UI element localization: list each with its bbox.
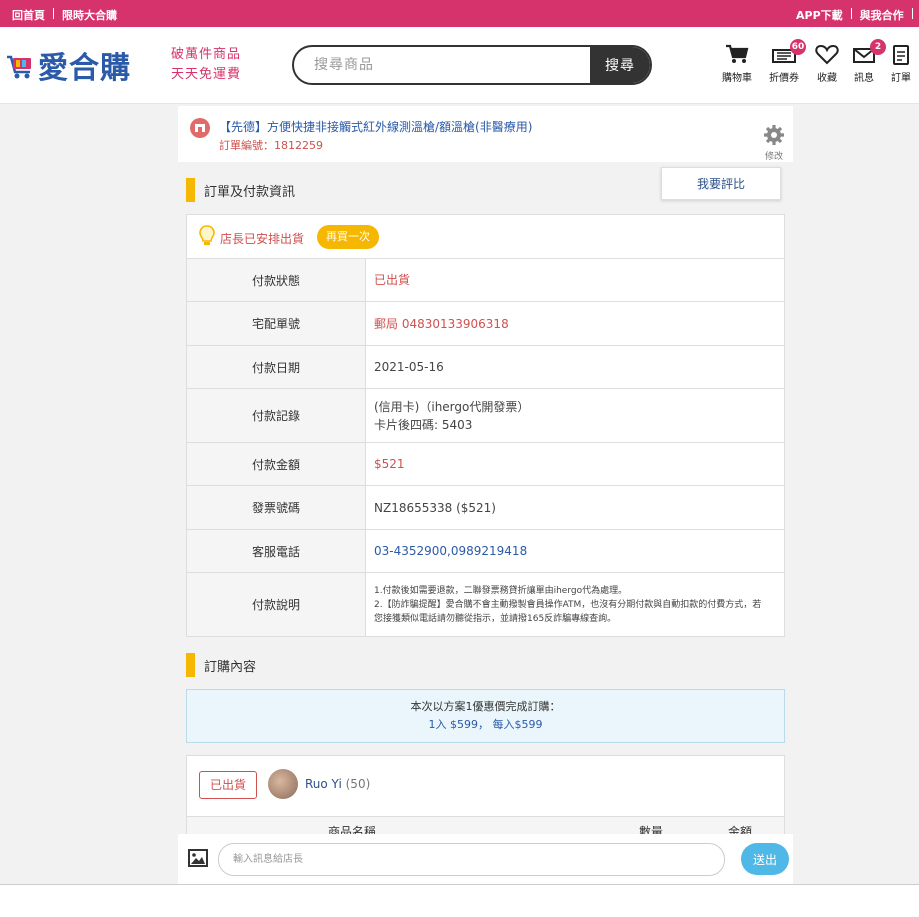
avatar[interactable] [268, 769, 298, 799]
table-row: 付款日期 2021-05-16 [187, 346, 784, 389]
table-row: 發票號碼 NZ18655338 ($521) [187, 486, 784, 530]
heart-icon [815, 44, 839, 65]
payment-note-2: 2.【防詐騙提醒】愛合購不會主動撥製會員操作ATM，也沒有分期付款與自動扣款的付… [374, 599, 762, 624]
site-logo[interactable]: 愛合購 [6, 43, 131, 87]
shipping-status-header: 店長已安排出貨 再買一次 [187, 215, 784, 259]
slogan-line-1: 破萬件商品 [171, 47, 242, 62]
rebuy-button[interactable]: 再買一次 [317, 225, 379, 249]
compare-button[interactable]: 我要評比 [661, 167, 781, 200]
footer-area [0, 885, 919, 917]
order-section-title-text: 訂購內容 [204, 659, 257, 675]
row-label: 付款說明 [187, 573, 366, 636]
row-label: 付款記錄 [187, 389, 366, 442]
payment-note-1: 1.付款後如需要退款，二聯發票務貸折讓單由ihergo代為處理。 [374, 585, 628, 596]
payment-section-title-text: 訂單及付款資訊 [204, 184, 296, 200]
row-value: 1.付款後如需要退款，二聯發票務貸折讓單由ihergo代為處理。 2.【防詐騙提… [366, 573, 784, 636]
send-button[interactable]: 送出 [741, 843, 789, 875]
nav-order-label: 訂單 [891, 73, 911, 84]
payment-record-line-2: 卡片後四碼: 5403 [374, 417, 473, 432]
phone-link[interactable]: 03-4352900,0989219418 [366, 530, 784, 572]
partner-link[interactable]: 與我合作 [860, 7, 904, 23]
store-owner-count: (50) [345, 777, 371, 791]
nav-favorite[interactable]: 收藏 [807, 43, 847, 84]
table-row: 客服電話 03-4352900,0989219418 [187, 530, 784, 573]
row-value: 2021-05-16 [374, 360, 444, 374]
divider [911, 8, 913, 19]
payment-section-title: 訂單及付款資訊 [186, 178, 295, 202]
divider [850, 8, 852, 19]
search-bar: 搜尋 [292, 45, 652, 85]
image-upload-icon[interactable] [188, 849, 208, 871]
promo-line-2: 1入 $599， 每入$599 [428, 718, 543, 731]
table-row: 付款狀態 已出貨 [187, 259, 784, 302]
coupon-badge: 60 [790, 39, 806, 55]
section-marker [186, 653, 195, 677]
table-row: 付款金額 $521 [187, 443, 784, 486]
table-row: 宅配單號 郵局 04830133906318 [187, 302, 784, 346]
flash-sale-link[interactable]: 限時大合購 [62, 7, 117, 23]
store-owner[interactable]: Ruo Yi (50) [305, 777, 370, 791]
search-button[interactable]: 搜尋 [590, 47, 650, 83]
cart-logo-icon [6, 48, 34, 82]
store-owner-name: Ruo Yi [305, 777, 342, 791]
message-bar: 送出 [178, 834, 793, 884]
message-input[interactable] [218, 843, 725, 876]
row-label: 付款狀態 [187, 259, 366, 301]
row-label: 宅配單號 [187, 302, 366, 345]
modify-button[interactable]: 修改 [762, 124, 786, 162]
slogan: 破萬件商品 天天免運費 [171, 45, 241, 85]
payment-info-table: 店長已安排出貨 再買一次 付款狀態 已出貨 宅配單號 郵局 0483013390… [186, 214, 785, 637]
row-label: 發票號碼 [187, 486, 366, 529]
nav-message-label: 訊息 [854, 73, 874, 84]
row-label: 客服電話 [187, 530, 366, 572]
brand-name: 愛合購 [38, 51, 131, 86]
nav-favorite-label: 收藏 [817, 73, 837, 84]
product-title[interactable]: 【先德】方便快捷非接觸式紅外線測溫槍/額溫槍(非醫療用) [219, 118, 532, 135]
order-number: 訂單編號：1812259 [219, 139, 323, 152]
status-badge: 已出貨 [199, 771, 257, 799]
product-bar: 【先德】方便快捷非接觸式紅外線測溫槍/額溫槍(非醫療用) 訂單編號：181225… [178, 106, 793, 162]
slogan-line-2: 天天免運費 [171, 67, 242, 82]
modify-label: 修改 [764, 152, 783, 162]
row-value: (信用卡)（ihergo代開發票） 卡片後四碼: 5403 [366, 389, 784, 442]
nav-cart[interactable]: 購物車 [717, 43, 757, 84]
search-input[interactable] [294, 47, 592, 83]
row-value: $521 [374, 457, 405, 471]
table-row: 付款說明 1.付款後如需要退款，二聯發票務貸折讓單由ihergo代為處理。 2.… [187, 573, 784, 636]
payment-record-line-1: (信用卡)（ihergo代開發票） [374, 399, 530, 414]
row-value: 已出貨 [374, 273, 411, 287]
top-bar: 回首頁 限時大合購 APP下載 與我合作 新 [0, 0, 919, 27]
row-value: NZ18655338 ($521) [374, 500, 496, 515]
tracking-number-link[interactable]: 郵局 04830133906318 [366, 302, 784, 345]
promo-box: 本次以方案1優惠價完成訂購： 1入 $599， 每入$599 [186, 689, 785, 743]
site-header: 愛合購 破萬件商品 天天免運費 搜尋 購物車 60 折價券 收藏 [0, 27, 919, 104]
row-label: 付款日期 [187, 346, 366, 388]
clipboard-icon [893, 45, 909, 65]
nav-message[interactable]: 2 訊息 [844, 39, 886, 84]
section-marker [186, 178, 195, 202]
nav-coupon[interactable]: 60 折價券 [764, 39, 806, 84]
cart-icon [726, 44, 749, 63]
gear-icon [764, 125, 784, 145]
order-section-title: 訂購內容 [186, 653, 256, 677]
nav-cart-label: 購物車 [722, 73, 752, 84]
table-row: 付款記錄 (信用卡)（ihergo代開發票） 卡片後四碼: 5403 [187, 389, 784, 443]
promo-line-1: 本次以方案1優惠價完成訂購： [410, 700, 561, 713]
app-download-link[interactable]: APP下載 [796, 7, 843, 23]
row-label: 付款金額 [187, 443, 366, 485]
lightbulb-icon [199, 225, 215, 251]
store-icon [190, 118, 210, 138]
divider [53, 8, 54, 19]
order-detail: 已出貨 Ruo Yi (50) 商品名稱 數量 金額 [186, 755, 785, 840]
nav-coupon-label: 折價券 [769, 73, 799, 84]
home-link[interactable]: 回首頁 [12, 7, 45, 23]
shipping-status-text: 店長已安排出貨 [220, 232, 305, 246]
nav-order[interactable]: 訂單 [881, 43, 919, 84]
